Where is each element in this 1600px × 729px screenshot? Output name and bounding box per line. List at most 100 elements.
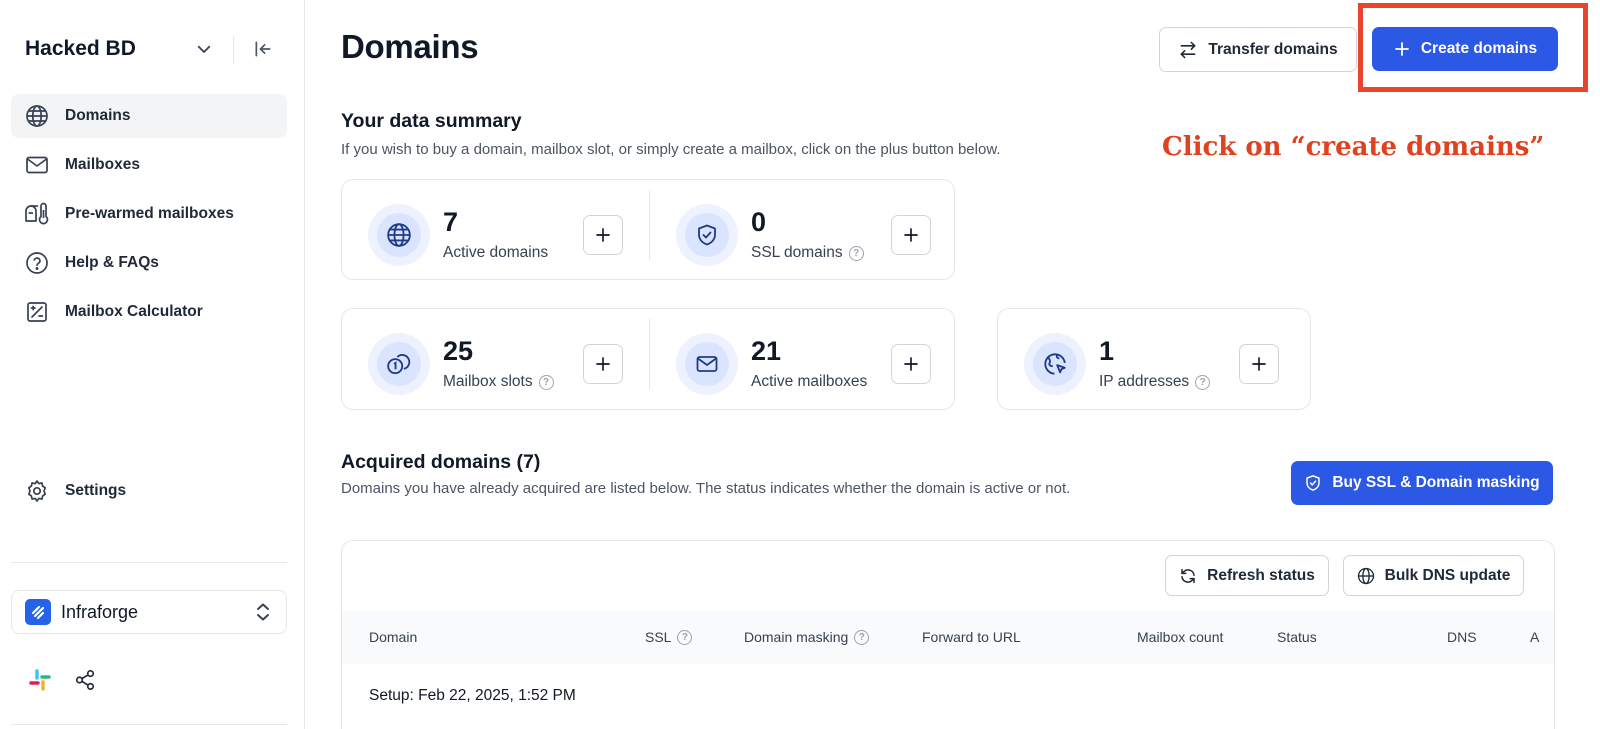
data-summary-title: Your data summary (341, 110, 522, 132)
stat-label-text: Mailbox slots (443, 373, 533, 390)
data-summary-subtitle: If you wish to buy a domain, mailbox slo… (341, 141, 1001, 158)
slack-icon[interactable] (28, 668, 52, 697)
annotation-text: Click on “create domains” (1162, 132, 1545, 162)
bulk-dns-update-button[interactable]: Bulk DNS update (1343, 555, 1524, 596)
stat-icon-wrap (1024, 333, 1086, 395)
column-header-label: SSL (645, 629, 672, 645)
add-ip-address-button[interactable] (1239, 344, 1279, 384)
add-mailbox-slot-button[interactable] (583, 344, 623, 384)
workspace-name: Hacked BD (25, 37, 136, 60)
sidebar-item-label: Pre-warmed mailboxes (65, 205, 234, 222)
plus-icon (1394, 42, 1409, 56)
sidebar-item-mailboxes[interactable]: Mailboxes (11, 143, 287, 187)
mailbox-slot-icon (377, 342, 421, 386)
organization-switcher[interactable]: Infraforge (11, 590, 287, 634)
refresh-status-button[interactable]: Refresh status (1165, 555, 1329, 596)
sidebar-item-label: Mailboxes (65, 156, 140, 173)
shield-check-icon (1306, 475, 1321, 491)
sidebar-divider (11, 562, 287, 563)
column-header-mailbox-count[interactable]: Mailbox count (1137, 629, 1223, 645)
stat-label: Mailbox slots? (443, 373, 554, 391)
share-icon[interactable] (74, 669, 96, 696)
sidebar-item-settings[interactable]: Settings (11, 469, 287, 513)
mailbox-thermometer-icon (24, 201, 50, 227)
globe-icon (24, 103, 50, 129)
stat-value: 1 (1099, 336, 1115, 366)
column-header-ssl[interactable]: SSL? (645, 629, 693, 645)
refresh-status-label: Refresh status (1207, 566, 1315, 584)
stat-icon-wrap (368, 204, 430, 266)
help-icon[interactable]: ? (1195, 374, 1211, 390)
plus-icon (1252, 357, 1266, 371)
stat-ssl-domains: 0 SSL domains? (650, 185, 950, 275)
help-icon[interactable]: ? (538, 374, 554, 390)
sidebar-item-domains[interactable]: Domains (11, 94, 287, 138)
column-header-forward-to-url[interactable]: Forward to URL (922, 629, 1021, 645)
sidebar-item-help-faqs[interactable]: Help & FAQs (11, 241, 287, 285)
stat-label-text: Active mailboxes (751, 373, 868, 390)
organization-name: Infraforge (61, 601, 139, 622)
workspace-divider (233, 36, 234, 64)
bulk-dns-update-label: Bulk DNS update (1384, 566, 1511, 584)
stat-icon-wrap (676, 333, 738, 395)
stat-value: 0 (751, 207, 767, 237)
help-icon[interactable]: ? (677, 629, 693, 645)
buy-ssl-domain-masking-button[interactable]: Buy SSL & Domain masking (1291, 461, 1553, 505)
column-header-label: Mailbox count (1137, 629, 1224, 645)
globe-icon (377, 213, 421, 257)
help-icon[interactable]: ? (854, 629, 870, 645)
add-domain-button[interactable] (583, 215, 623, 255)
sidebar-item-pre-warmed-mailboxes[interactable]: Pre-warmed mailboxes (11, 192, 287, 236)
page-title: Domains (341, 28, 479, 65)
workspace-switcher[interactable]: Hacked BD (25, 34, 281, 64)
sidebar-nav: Domains Mailboxes Pre-warmed mailboxes H… (11, 94, 287, 339)
stat-icon-wrap (676, 204, 738, 266)
globe-icon (1357, 567, 1374, 584)
column-header-truncated[interactable]: A (1530, 629, 1539, 645)
column-header-status[interactable]: Status (1277, 629, 1317, 645)
column-header-domain-masking[interactable]: Domain masking? (744, 629, 870, 645)
column-header-dns[interactable]: DNS (1447, 629, 1477, 645)
stat-active-mailboxes: 21 Active mailboxes (650, 314, 950, 404)
column-header-label: DNS (1447, 629, 1477, 645)
sidebar-item-mailbox-calculator[interactable]: Mailbox Calculator (11, 290, 287, 334)
stat-label-text: IP addresses (1099, 373, 1190, 390)
collapse-sidebar-icon[interactable] (251, 38, 275, 60)
gear-icon (24, 478, 50, 504)
table-header: Domain SSL? Domain masking? Forward to U… (342, 610, 1554, 664)
summary-card-mailboxes: 25 Mailbox slots? 21 Active mailboxes (341, 308, 955, 410)
chevron-up-down-icon (254, 602, 272, 627)
transfer-arrows-icon (1180, 41, 1196, 58)
column-header-domain[interactable]: Domain (369, 629, 417, 645)
column-header-label: Domain masking (744, 629, 849, 645)
acquired-domains-title: Acquired domains (7) (341, 451, 541, 473)
create-domains-button[interactable]: Create domains (1372, 27, 1558, 71)
refresh-icon (1181, 568, 1195, 583)
stat-label-text: SSL domains (751, 244, 843, 261)
transfer-domains-button[interactable]: Transfer domains (1159, 27, 1357, 72)
chevron-down-icon[interactable] (193, 38, 215, 60)
column-header-label: Forward to URL (922, 629, 1021, 645)
stat-label: Active domains (443, 244, 548, 262)
stat-mailbox-slots: 25 Mailbox slots? (342, 314, 642, 404)
stat-label: IP addresses? (1099, 373, 1211, 391)
create-domains-label: Create domains (1420, 40, 1538, 57)
infraforge-logo-icon (25, 599, 51, 625)
stat-value: 7 (443, 207, 459, 237)
plus-icon (904, 228, 918, 242)
column-header-label: A (1530, 629, 1540, 645)
help-icon[interactable]: ? (848, 245, 864, 261)
add-mailbox-button[interactable] (891, 344, 931, 384)
add-ssl-domain-button[interactable] (891, 215, 931, 255)
stat-ip-addresses: 1 IP addresses? (998, 314, 1298, 404)
transfer-domains-label: Transfer domains (1208, 40, 1338, 58)
stat-icon-wrap (368, 333, 430, 395)
main-content: Domains Transfer domains Create domains … (306, 0, 1600, 729)
column-header-label: Status (1277, 629, 1317, 645)
stat-value: 21 (751, 336, 782, 366)
buy-ssl-label: Buy SSL & Domain masking (1332, 474, 1540, 491)
settings-label: Settings (65, 482, 127, 499)
stat-value: 25 (443, 336, 474, 366)
sidebar-footer-icons (28, 668, 96, 697)
summary-card-ip: 1 IP addresses? (997, 308, 1311, 410)
